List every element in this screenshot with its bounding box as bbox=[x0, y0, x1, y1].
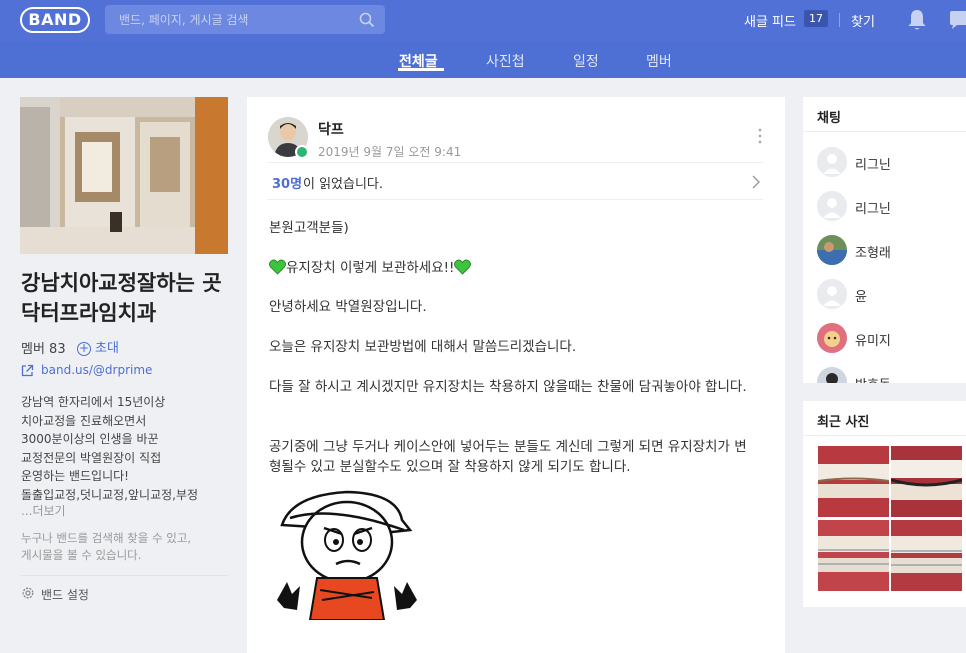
read-count-row[interactable]: 30명 이 읽었습니다. bbox=[267, 162, 763, 200]
sidebar-divider bbox=[21, 575, 228, 576]
band-tabs: 전체글 사진첩 일정 멤버 bbox=[0, 42, 966, 78]
member-count[interactable]: 멤버 83 bbox=[21, 338, 66, 357]
chat-item-name: 리그닌 bbox=[855, 158, 891, 173]
chat-item[interactable]: 윤 bbox=[817, 279, 966, 311]
chat-item[interactable]: 조형래 bbox=[817, 235, 966, 267]
chat-panel: 채팅 리그닌 리그닌 조형래 윤 유미지 박효동 bbox=[803, 97, 966, 383]
tab-schedule[interactable]: 일정 bbox=[573, 51, 599, 71]
chat-panel-title: 채팅 bbox=[817, 111, 841, 126]
leader-crown-icon bbox=[295, 145, 309, 159]
post-headline: 유지장치 이렇게 보관하세요!! bbox=[269, 258, 759, 278]
band-url-link[interactable]: band.us/@drprime bbox=[41, 363, 152, 377]
post-line-body2: 공기중에 그냥 두거나 케이스안에 넣어두는 분들도 계신데 그렇게 되면 유지… bbox=[269, 439, 747, 475]
chat-item-name: 박효동 bbox=[855, 374, 891, 383]
more-options-icon[interactable] bbox=[755, 127, 765, 145]
search-box[interactable] bbox=[105, 5, 385, 34]
band-logo[interactable]: BAND bbox=[20, 7, 90, 33]
default-avatar-icon bbox=[817, 279, 847, 309]
band-cover-image[interactable] bbox=[20, 97, 228, 254]
recent-photo-thumbnail[interactable] bbox=[818, 446, 889, 517]
band-description: 강남역 한자리에서 15년이상 치아교정을 진료해오면서 3000분이상의 인생… bbox=[21, 395, 199, 502]
post-line-greeting: 본원고객분들) bbox=[269, 220, 349, 236]
plus-circle-icon: + bbox=[77, 340, 91, 356]
search-input[interactable] bbox=[105, 5, 353, 34]
user-avatar bbox=[817, 235, 847, 265]
default-avatar-icon bbox=[817, 191, 847, 221]
new-feed-link[interactable]: 새글 피드 bbox=[744, 11, 796, 30]
visibility-notice: 누구나 밴드를 검색해 찾을 수 있고, 게시물을 볼 수 있습니다. bbox=[21, 531, 192, 562]
default-avatar-icon bbox=[817, 147, 847, 177]
chat-item[interactable]: 리그닌 bbox=[817, 191, 966, 223]
recent-photos-title: 최근 사진 bbox=[817, 415, 870, 430]
band-title[interactable]: 강남치아교정잘하는 곳 닥터프라임치과 bbox=[21, 268, 236, 328]
post-line-intro: 안녕하세요 박열원장입니다. bbox=[269, 299, 427, 315]
recent-photos-divider bbox=[803, 435, 966, 436]
invite-label: 초대 bbox=[95, 341, 119, 356]
read-count: 30명 bbox=[272, 177, 303, 192]
find-link[interactable]: 찾기 bbox=[851, 11, 875, 30]
header-divider bbox=[839, 13, 840, 27]
user-avatar bbox=[817, 323, 847, 353]
recent-photo-thumbnail[interactable] bbox=[891, 520, 962, 591]
angry-cartoon-sticker[interactable] bbox=[272, 490, 422, 620]
post-date: 2019년 9월 7일 오전 9:41 bbox=[318, 145, 462, 159]
recent-photos-panel: 최근 사진 bbox=[803, 401, 966, 607]
post-line-body1: 다들 잘 하시고 계시겠지만 유지장치는 착용하지 않을때는 찬물에 담궈놓아야… bbox=[269, 379, 747, 395]
active-tab-indicator bbox=[398, 68, 444, 71]
external-link-icon bbox=[21, 364, 34, 377]
new-feed-count-badge: 17 bbox=[804, 10, 828, 27]
chat-item-name: 유미지 bbox=[855, 334, 891, 349]
post-card: 닥프 2019년 9월 7일 오전 9:41 30명 이 읽었습니다. 본원고객… bbox=[247, 97, 785, 653]
recent-photo-thumbnail[interactable] bbox=[818, 520, 889, 591]
chevron-right-icon bbox=[752, 175, 760, 189]
chat-item[interactable]: 박효동 bbox=[817, 367, 966, 383]
post-line-topic: 오늘은 유지장치 보관방법에 대해서 말씀드리겠습니다. bbox=[269, 339, 577, 355]
user-avatar bbox=[817, 367, 847, 383]
chat-item[interactable]: 유미지 bbox=[817, 323, 966, 355]
search-icon[interactable] bbox=[359, 12, 375, 28]
chat-icon[interactable] bbox=[948, 9, 966, 31]
gear-icon[interactable] bbox=[21, 586, 35, 600]
green-heart-icon bbox=[454, 259, 472, 275]
post-headline-text: 유지장치 이렇게 보관하세요!! bbox=[286, 260, 455, 276]
chat-item-name: 리그닌 bbox=[855, 202, 891, 217]
top-bar: BAND 새글 피드 17 찾기 bbox=[0, 0, 966, 42]
more-link[interactable]: ...더보기 bbox=[21, 502, 66, 519]
read-count-label: 이 읽었습니다. bbox=[303, 177, 384, 192]
post-author[interactable]: 닥프 bbox=[318, 119, 344, 139]
band-info-sidebar: 강남치아교정잘하는 곳 닥터프라임치과 멤버 83 + 초대 band.us/@d… bbox=[0, 78, 245, 653]
green-heart-icon bbox=[269, 259, 286, 275]
tab-photo-album[interactable]: 사진첩 bbox=[486, 51, 525, 71]
band-settings-link[interactable]: 밴드 설정 bbox=[41, 586, 89, 603]
invite-button[interactable]: + 초대 bbox=[77, 337, 119, 356]
chat-item-name: 조형래 bbox=[855, 246, 891, 261]
chat-item-name: 윤 bbox=[855, 290, 867, 305]
chat-item[interactable]: 리그닌 bbox=[817, 147, 966, 179]
chat-panel-divider bbox=[803, 131, 966, 132]
tab-members[interactable]: 멤버 bbox=[646, 51, 672, 71]
bell-icon[interactable] bbox=[906, 8, 928, 32]
recent-photo-thumbnail[interactable] bbox=[891, 446, 962, 517]
